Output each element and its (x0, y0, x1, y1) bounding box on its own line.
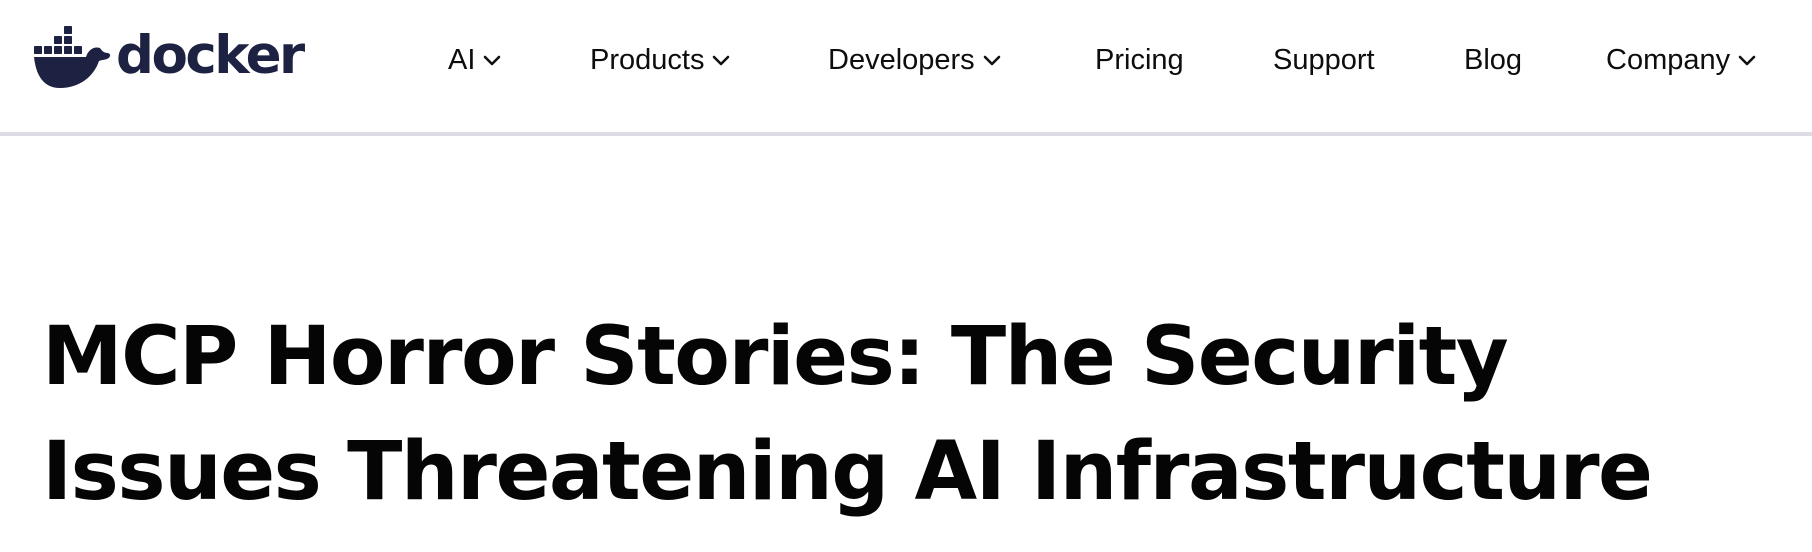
nav-item-label: Products (590, 43, 705, 76)
docker-whale-icon (34, 26, 111, 88)
chevron-down-icon (713, 55, 730, 66)
nav-item-label: Company (1606, 43, 1731, 76)
docker-wordmark: docker (116, 24, 305, 86)
nav-item-ai[interactable]: AI (448, 40, 502, 80)
chevron-down-icon (983, 55, 1000, 66)
nav-item-company[interactable]: Company (1606, 40, 1757, 80)
nav-item-label: Developers (828, 43, 975, 76)
article-title: MCP Horror Stories: The Security Issues … (42, 300, 1812, 530)
article-title-line: MCP Horror Stories: The Security (42, 310, 1509, 404)
docker-logo-link[interactable]: docker (34, 22, 305, 92)
nav-item-support[interactable]: Support (1273, 40, 1375, 80)
nav-item-products[interactable]: Products (590, 40, 731, 80)
article-title-line: Issues Threatening AI Infrastructure (42, 425, 1653, 519)
nav-item-label: AI (448, 43, 476, 76)
nav-item-label: Pricing (1095, 43, 1184, 76)
nav-item-label: Support (1273, 43, 1375, 76)
chevron-down-icon (1738, 55, 1756, 66)
top-navigation: docker AI Products Developers Pricing Su… (0, 0, 1812, 136)
nav-item-label: Blog (1464, 43, 1523, 76)
nav-item-developers[interactable]: Developers (828, 40, 1002, 80)
nav-item-pricing[interactable]: Pricing (1095, 40, 1184, 80)
nav-item-blog[interactable]: Blog (1464, 40, 1522, 80)
chevron-down-icon (484, 55, 501, 66)
